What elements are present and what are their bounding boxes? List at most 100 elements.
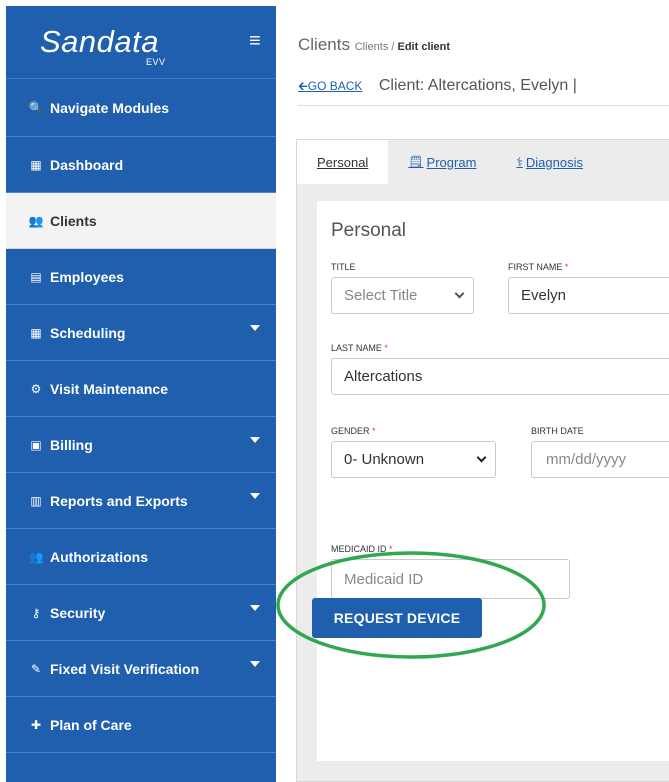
sidebar-item-reports-and-exports[interactable]: ▥ Reports and Exports	[6, 473, 276, 529]
tab-personal-label: Personal	[317, 154, 369, 170]
breadcrumb: Clients Clients / Edit client	[298, 35, 450, 55]
sidebar-item-clients[interactable]: 👥 Clients	[6, 193, 276, 249]
arrow-left-icon: 🡰	[298, 79, 308, 93]
request-device-button[interactable]: REQUEST DEVICE	[312, 598, 482, 638]
first-name-input[interactable]: Evelyn	[508, 277, 669, 314]
title-label: TITLE	[331, 262, 356, 272]
personal-panel: Personal TITLE Select Title FIRST NAME *…	[317, 201, 669, 761]
birth-date-label-text: BIRTH DATE	[531, 426, 584, 436]
sidebar-item-label: Dashboard	[50, 156, 124, 173]
medicaid-id-input[interactable]: Medicaid ID	[331, 559, 570, 599]
birth-date-input[interactable]: mm/dd/yyyy	[531, 441, 669, 478]
id-card-icon: ▤	[30, 269, 42, 284]
medkit-icon: ✚	[30, 717, 42, 732]
request-device-label: REQUEST DEVICE	[333, 610, 461, 626]
key-icon: ⚷	[31, 605, 41, 620]
sidebar-nav: 🔍 Navigate Modules ▦ Dashboard 👥 Clients ▤ Empl…	[6, 79, 276, 753]
sidebar-item-label: Billing	[50, 436, 93, 453]
medicaid-id-label-text: MEDICAID ID	[331, 544, 387, 554]
sidebar-item-label: Reports and Exports	[50, 492, 188, 509]
users-icon: 👥	[28, 549, 44, 564]
title-label-text: TITLE	[331, 262, 356, 272]
logo-subtitle: EVV	[146, 57, 166, 67]
divider	[298, 105, 669, 106]
gender-label-text: GENDER	[331, 426, 370, 436]
users-icon: 👥	[28, 213, 44, 228]
last-name-label: LAST NAME *	[331, 343, 388, 353]
caret-down-icon	[250, 493, 260, 499]
cogs-icon: ⚙	[30, 381, 42, 396]
go-back-link[interactable]: 🡰GO BACK	[298, 79, 362, 93]
sidebar-item-label: Fixed Visit Verification	[50, 660, 200, 677]
sidebar-item-plan-of-care[interactable]: ✚ Plan of Care	[6, 697, 276, 753]
dashboard-icon: ▦	[30, 157, 42, 172]
chevron-down-icon	[476, 452, 487, 463]
first-name-label: FIRST NAME *	[508, 262, 568, 272]
last-name-label-text: LAST NAME	[331, 343, 382, 353]
sidebar-item-fixed-visit-verification[interactable]: ✎ Fixed Visit Verification	[6, 641, 276, 697]
title-select-value: Select Title	[344, 287, 418, 304]
title-select[interactable]: Select Title	[331, 277, 474, 314]
client-title: Client: Altercations, Evelyn |	[378, 77, 577, 94]
calendar-icon: ▦	[30, 325, 42, 340]
sidebar-item-label: Clients	[50, 212, 97, 229]
stethoscope-icon: ⚕	[516, 155, 523, 169]
sidebar-item-visit-maintenance[interactable]: ⚙ Visit Maintenance	[6, 361, 276, 417]
sidebar-item-security[interactable]: ⚷ Security	[6, 585, 276, 641]
last-name-value: Altercations	[344, 368, 423, 385]
chevron-down-icon	[454, 288, 465, 299]
first-name-value: Evelyn	[521, 287, 567, 304]
page-title: Clients	[298, 35, 350, 54]
sidebar-item-dashboard[interactable]: ▦ Dashboard	[6, 137, 276, 193]
sidebar-item-scheduling[interactable]: ▦ Scheduling	[6, 305, 276, 361]
sidebar-item-label: Employees	[50, 268, 124, 285]
required-marker: *	[564, 262, 569, 272]
gender-select[interactable]: 0- Unknown	[331, 441, 496, 478]
edit-icon: ✎	[30, 661, 42, 676]
breadcrumb-current: Edit client	[397, 41, 451, 53]
required-marker: *	[389, 544, 393, 554]
sandata-logo: Sandata	[40, 24, 159, 59]
tab-program-label: Program	[426, 154, 477, 170]
go-back-label: GO BACK	[307, 79, 363, 93]
last-name-input[interactable]: Altercations	[331, 358, 669, 395]
breadcrumb-separator: /	[388, 41, 398, 53]
sidebar-item-employees[interactable]: ▤ Employees	[6, 249, 276, 305]
tab-program[interactable]: 🗒 Program	[388, 140, 496, 184]
first-name-label-text: FIRST NAME	[508, 262, 563, 272]
gender-select-value: 0- Unknown	[344, 451, 425, 468]
caret-down-icon	[250, 325, 260, 331]
medicaid-id-placeholder: Medicaid ID	[344, 570, 424, 588]
go-back-row: 🡰GO BACK Client: Altercations, Evelyn |	[298, 77, 577, 98]
tab-bar: Personal 🗒 Program ⚕ Diagnosis	[297, 140, 669, 184]
sidebar-item-label: Security	[50, 604, 106, 621]
sidebar-item-authorizations[interactable]: 👥 Authorizations	[6, 529, 276, 585]
caret-down-icon	[250, 605, 260, 611]
tab-personal[interactable]: Personal	[297, 140, 389, 184]
calendar-icon: 🗒	[408, 155, 424, 169]
section-title: Personal	[331, 220, 406, 241]
sidebar: Sandata EVV ≡ 🔍 Navigate Modules ▦ Dashboar…	[6, 6, 276, 782]
brand-header: Sandata EVV ≡	[6, 6, 276, 79]
caret-down-icon	[250, 437, 260, 443]
medicaid-id-label: MEDICAID ID *	[331, 544, 393, 554]
sidebar-item-label: Authorizations	[50, 548, 148, 565]
tab-diagnosis[interactable]: ⚕ Diagnosis	[496, 140, 603, 184]
breadcrumb-trail: Clients / Edit client	[355, 41, 450, 53]
required-marker: *	[372, 426, 376, 436]
sidebar-item-billing[interactable]: ▣ Billing	[6, 417, 276, 473]
search-icon: 🔍	[28, 100, 44, 115]
money-icon: ▣	[30, 437, 42, 452]
sidebar-item-label: Navigate Modules	[50, 99, 170, 116]
sidebar-item-label: Plan of Care	[50, 716, 132, 733]
breadcrumb-parent[interactable]: Clients	[355, 41, 389, 53]
required-marker: *	[384, 343, 388, 353]
tab-diagnosis-label: Diagnosis	[525, 154, 583, 170]
hamburger-menu-icon[interactable]: ≡	[249, 31, 261, 51]
caret-down-icon	[250, 661, 260, 667]
client-tabs: Personal 🗒 Program ⚕ Diagnosis Personal TI…	[296, 139, 669, 782]
birth-date-label: BIRTH DATE	[531, 426, 584, 436]
birth-date-placeholder: mm/dd/yyyy	[546, 451, 627, 468]
sidebar-item-navigate-modules[interactable]: 🔍 Navigate Modules	[6, 79, 276, 137]
main-content: Clients Clients / Edit client 🡰GO BACK C…	[276, 0, 669, 782]
